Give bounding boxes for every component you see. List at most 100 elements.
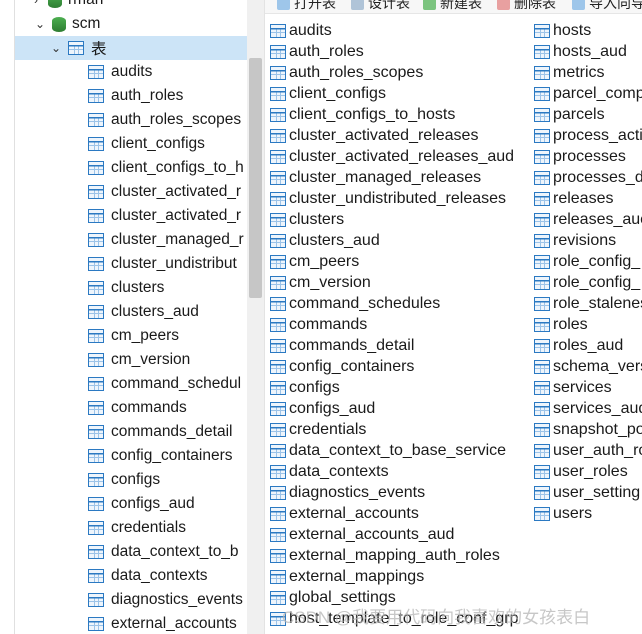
object-list-item[interactable]: client_configs (270, 83, 386, 104)
table-icon (534, 317, 550, 332)
object-list-item[interactable]: releases_auc (534, 209, 642, 230)
tree-item-table[interactable]: cluster_activated_r (88, 204, 241, 228)
design-table-button[interactable]: 设计表 (351, 0, 410, 12)
tree-item-table[interactable]: auth_roles (88, 84, 183, 108)
object-list-item[interactable]: role_config_ (534, 251, 640, 272)
tree-item-table[interactable]: cluster_managed_r (88, 228, 244, 252)
import-wizard-button[interactable]: 导入向导 (572, 0, 642, 12)
table-name: hosts (553, 21, 592, 39)
object-list-item[interactable]: auth_roles_scopes (270, 62, 423, 83)
table-name: roles (553, 315, 588, 333)
table-folder-icon (68, 41, 84, 55)
tree-item-table[interactable]: cluster_activated_r (88, 180, 241, 204)
tree-item-table[interactable]: cm_version (88, 348, 190, 372)
object-list-item[interactable]: commands_detail (270, 335, 414, 356)
tree-item-table[interactable]: cluster_undistribut (88, 252, 237, 276)
object-list-item[interactable]: clusters (270, 209, 344, 230)
object-list-item[interactable]: user_roles (534, 461, 628, 482)
tree-item-table[interactable]: configs_aud (88, 492, 195, 516)
tree-item-table[interactable]: cm_peers (88, 324, 179, 348)
tree-item-table[interactable]: configs (88, 468, 160, 492)
object-list-item[interactable]: external_accounts (270, 503, 419, 524)
object-list-item[interactable]: services_aud (534, 398, 642, 419)
object-list-item[interactable]: users (534, 503, 592, 524)
tree-item-db-scm[interactable]: ⌄ scm (32, 12, 100, 36)
object-list-item[interactable]: cluster_activated_releases_aud (270, 146, 514, 167)
object-list-item[interactable]: external_accounts_aud (270, 524, 454, 545)
tree-item-table[interactable]: clusters_aud (88, 300, 199, 324)
open-table-button[interactable]: 打开表 (277, 0, 336, 12)
object-list-item[interactable]: user_auth_ro (534, 440, 642, 461)
tree-item-table[interactable]: data_contexts (88, 564, 208, 588)
object-list-item[interactable]: clusters_aud (270, 230, 380, 251)
tree-item-label: scm (72, 15, 101, 32)
object-list-item[interactable]: config_containers (270, 356, 414, 377)
object-list-item[interactable]: command_schedules (270, 293, 440, 314)
table-name: audits (289, 21, 332, 39)
table-name: commands (111, 399, 187, 416)
chevron-down-icon[interactable]: ⌄ (48, 41, 64, 55)
tree-item-table[interactable]: command_schedul (88, 372, 241, 396)
object-list-item[interactable]: processes (534, 146, 626, 167)
chevron-down-icon[interactable]: ⌄ (32, 17, 48, 31)
new-table-button[interactable]: 新建表 (423, 0, 482, 12)
object-list-item[interactable]: releases (534, 188, 613, 209)
object-list-item[interactable]: auth_roles (270, 41, 364, 62)
object-list-item[interactable]: cluster_undistributed_releases (270, 188, 506, 209)
object-list-item[interactable]: external_mapping_auth_roles (270, 545, 500, 566)
object-list-item[interactable]: processes_d (534, 167, 642, 188)
tree-item-table[interactable]: client_configs_to_h (88, 156, 244, 180)
object-list-item[interactable]: data_contexts (270, 461, 389, 482)
tree-item-table[interactable]: external_accounts (88, 612, 237, 634)
object-list-item[interactable]: parcels (534, 104, 605, 125)
tree-item-table[interactable]: clusters (88, 276, 164, 300)
table-icon (534, 65, 550, 80)
object-list-item[interactable]: credentials (270, 419, 366, 440)
object-list-item[interactable]: role_config_ (534, 272, 640, 293)
object-list-item[interactable]: client_configs_to_hosts (270, 104, 455, 125)
object-list-item[interactable]: roles (534, 314, 588, 335)
object-list-item[interactable]: services (534, 377, 612, 398)
object-list-item[interactable]: audits (270, 20, 332, 41)
object-list-item[interactable]: configs (270, 377, 340, 398)
object-list-item[interactable]: cm_peers (270, 251, 359, 272)
object-list-item[interactable]: data_context_to_base_service (270, 440, 506, 461)
object-list-item[interactable]: hosts (534, 20, 591, 41)
object-list-item[interactable]: configs_aud (270, 398, 375, 419)
object-list-item[interactable]: revisions (534, 230, 616, 251)
tree-item-table[interactable]: audits (88, 60, 152, 84)
object-list-item[interactable]: external_mappings (270, 566, 424, 587)
object-list-item[interactable]: hosts_aud (534, 41, 627, 62)
object-list-item[interactable]: snapshot_po (534, 419, 642, 440)
tree-item-db-rman[interactable]: › rman (28, 0, 103, 12)
tree-item-table[interactable]: data_context_to_b (88, 540, 239, 564)
tree-item-table[interactable]: client_configs (88, 132, 205, 156)
object-list-item[interactable]: diagnostics_events (270, 482, 425, 503)
tree-item-table[interactable]: commands_detail (88, 420, 232, 444)
object-list-item[interactable]: cm_version (270, 272, 371, 293)
tree-item-table[interactable]: commands (88, 396, 187, 420)
object-list-item[interactable]: cluster_activated_releases (270, 125, 478, 146)
chevron-right-icon[interactable]: › (28, 0, 44, 7)
tree-item-table[interactable]: credentials (88, 516, 186, 540)
object-list-item[interactable]: commands (270, 314, 367, 335)
table-icon (270, 317, 286, 332)
table-name: commands (289, 315, 368, 333)
tree-item-table[interactable]: auth_roles_scopes (88, 108, 241, 132)
object-list-item[interactable]: roles_aud (534, 335, 623, 356)
delete-table-button[interactable]: 删除表 (497, 0, 556, 12)
object-list-item[interactable]: user_setting (534, 482, 640, 503)
object-list-item[interactable]: cluster_managed_releases (270, 167, 481, 188)
tree-item-tables-folder[interactable]: ⌄ 表 (15, 36, 247, 60)
table-icon (270, 275, 286, 290)
tree-item-table[interactable]: config_containers (88, 444, 233, 468)
scrollbar-thumb[interactable] (249, 58, 262, 298)
table-name: process_acti (553, 126, 642, 144)
object-list-item[interactable]: role_stalenes (534, 293, 642, 314)
object-list-item[interactable]: metrics (534, 62, 605, 83)
object-list-item[interactable]: schema_vers (534, 356, 642, 377)
table-icon (534, 275, 550, 290)
tree-item-table[interactable]: diagnostics_events (88, 588, 243, 612)
object-list-item[interactable]: process_acti (534, 125, 642, 146)
object-list-item[interactable]: parcel_comp (534, 83, 642, 104)
